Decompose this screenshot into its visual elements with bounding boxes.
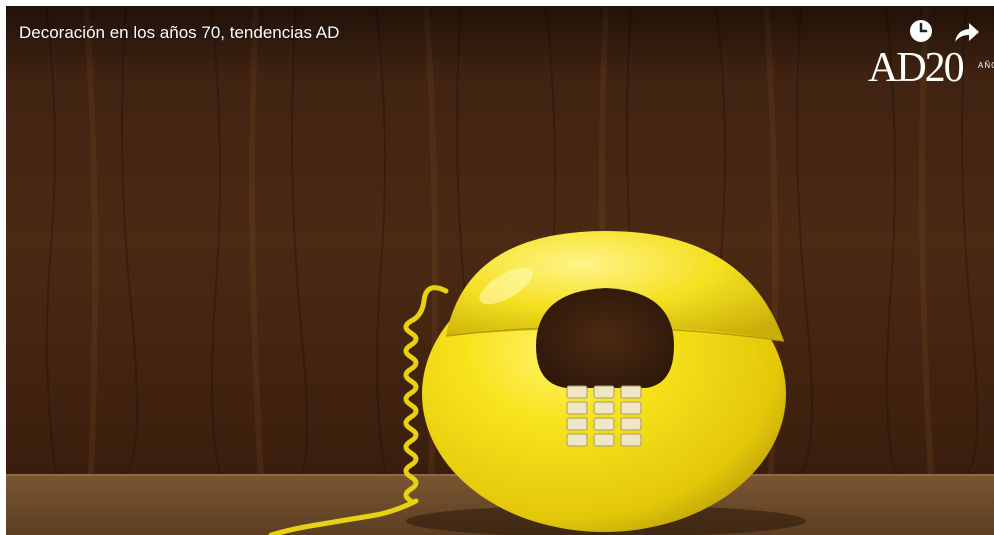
video-player[interactable]: Decoración en los años 70, tendencias AD…	[6, 6, 994, 535]
channel-logo-subtext: AÑOS	[978, 61, 994, 70]
video-title[interactable]: Decoración en los años 70, tendencias AD	[19, 23, 339, 43]
channel-logo-text: AD20	[868, 45, 965, 91]
channel-logo[interactable]: AD20 AÑOS	[866, 44, 994, 92]
video-frame[interactable]	[6, 6, 994, 535]
